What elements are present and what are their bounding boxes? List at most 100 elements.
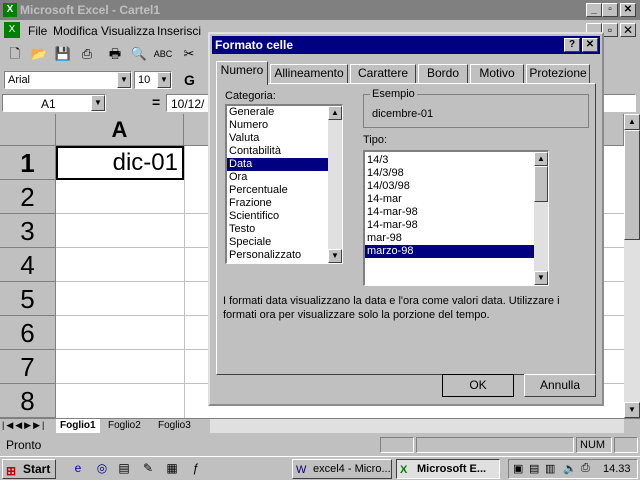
cut-icon[interactable]: ✂ [178, 43, 200, 65]
category-item[interactable]: Percentuale [227, 184, 342, 197]
excel-app-icon[interactable]: X [3, 3, 17, 17]
category-item[interactable]: Personalizzato [227, 249, 342, 262]
type-item[interactable]: mar-98 [365, 232, 548, 245]
category-scrollbar[interactable]: ▲ ▼ [328, 106, 342, 263]
printer-icon[interactable]: ⎙ [581, 462, 590, 475]
scroll-thumb[interactable] [534, 166, 548, 202]
excel-title-bar[interactable]: X Microsoft Excel - Cartel1 _ ▫ ✕ [0, 0, 640, 20]
column-header-a[interactable]: A [56, 114, 184, 146]
start-button[interactable]: ⊞ Start [2, 459, 56, 479]
print-icon[interactable]: 🖶 [104, 43, 126, 65]
scroll-up-icon[interactable]: ▲ [534, 152, 548, 166]
scroll-up-icon[interactable]: ▲ [328, 106, 342, 120]
tab-protezione[interactable]: Protezione [526, 64, 590, 83]
font-dropdown-icon[interactable]: ▼ [117, 72, 131, 88]
font-select[interactable]: Arial ▼ [4, 71, 132, 89]
volume-icon[interactable]: 🔈 [563, 462, 577, 475]
spelling-icon[interactable]: ABC [152, 43, 174, 65]
workbook-close-button[interactable]: ✕ [620, 23, 636, 37]
type-item-selected[interactable]: marzo-98 [365, 245, 548, 258]
menu-visualizza[interactable]: Visualizza [101, 24, 155, 38]
size-select[interactable]: 10 ▼ [134, 71, 172, 89]
scroll-down-icon[interactable]: ▼ [624, 402, 640, 418]
row-header[interactable]: 4 [0, 248, 56, 282]
name-box-dropdown-icon[interactable]: ▼ [91, 95, 105, 111]
category-item[interactable]: Scientifico [227, 210, 342, 223]
category-item[interactable]: Testo [227, 223, 342, 236]
row-header[interactable]: 7 [0, 350, 56, 384]
ie-icon[interactable]: e [70, 460, 86, 476]
row-header[interactable]: 5 [0, 282, 56, 316]
size-dropdown-icon[interactable]: ▼ [157, 72, 171, 88]
scroll-up-icon[interactable]: ▲ [624, 114, 640, 130]
row-header[interactable]: 6 [0, 316, 56, 350]
tab-bordo[interactable]: Bordo [418, 64, 468, 83]
restore-button[interactable]: ▫ [602, 3, 618, 17]
workbook-icon[interactable]: X [4, 22, 20, 38]
category-item[interactable]: Valuta [227, 132, 342, 145]
tab-motivo[interactable]: Motivo [470, 64, 524, 83]
type-item[interactable]: 14/3/98 [365, 167, 548, 180]
tab-carattere[interactable]: Carattere [350, 64, 416, 83]
type-item[interactable]: 14-mar-98 [365, 206, 548, 219]
menu-inserisci[interactable]: Inserisci [157, 24, 201, 38]
close-window-button[interactable]: ✕ [620, 3, 636, 17]
category-item[interactable]: Contabilità [227, 145, 342, 158]
dialog-title-bar[interactable]: Formato celle ? ✕ [212, 36, 600, 54]
save-icon[interactable]: 💾 [52, 43, 74, 65]
scroll-down-icon[interactable]: ▼ [328, 249, 342, 263]
type-item[interactable]: 14/3 [365, 154, 548, 167]
select-all-corner[interactable] [0, 114, 56, 146]
dialog-close-button[interactable]: ✕ [582, 38, 598, 52]
tab-allineamento[interactable]: Allineamento [270, 64, 348, 83]
category-item[interactable]: Speciale [227, 236, 342, 249]
task-excel-active[interactable]: X Microsoft E... [396, 459, 500, 479]
type-list[interactable]: 14/3 14/3/98 14/03/98 14-mar 14-mar-98 1… [363, 150, 549, 286]
horizontal-scrollbar[interactable] [210, 419, 624, 433]
category-item[interactable]: Generale [227, 106, 342, 119]
row-header[interactable]: 2 [0, 180, 56, 214]
sheet-tab-2[interactable]: Foglio2 [108, 420, 141, 431]
category-list[interactable]: Generale Numero Valuta Contabilità Data … [225, 104, 343, 264]
help-button[interactable]: ? [564, 38, 580, 52]
vertical-scrollbar[interactable]: ▲ ▼ [624, 114, 640, 418]
clock[interactable]: 14.33 [603, 463, 631, 475]
menu-file[interactable]: File [28, 24, 47, 38]
open-icon[interactable]: 📂 [28, 43, 50, 65]
menu-modifica[interactable]: Modifica [53, 24, 98, 38]
workbook-restore-button[interactable]: ▫ [602, 23, 618, 37]
desktop-icon[interactable]: ▤ [116, 460, 132, 476]
preview-icon[interactable]: 🔍 [128, 43, 150, 65]
type-scrollbar[interactable]: ▲ ▼ [534, 152, 548, 285]
tab-numero[interactable]: Numero [216, 61, 268, 85]
launcher-icon[interactable]: ▦ [164, 460, 180, 476]
category-item[interactable]: Ora [227, 171, 342, 184]
name-box[interactable]: A1 ▼ [2, 94, 106, 112]
category-item[interactable]: Numero [227, 119, 342, 132]
scroll-thumb[interactable] [624, 130, 640, 240]
network-icon[interactable]: ▣ [513, 462, 523, 475]
task-excel4[interactable]: W excel4 - Micro... [292, 459, 392, 479]
row-header[interactable]: 8 [0, 384, 56, 418]
sheet-tab-1[interactable]: Foglio1 [56, 419, 100, 433]
row-header[interactable]: 3 [0, 214, 56, 248]
tab-nav-icon[interactable]: |◀◀▶▶| [2, 420, 46, 431]
bold-button[interactable]: G [184, 72, 195, 88]
type-item[interactable]: 14-mar-98 [365, 219, 548, 232]
outlook-icon[interactable]: ◎ [94, 460, 110, 476]
ok-button[interactable]: OK [442, 374, 514, 397]
sheet-tab-3[interactable]: Foglio3 [158, 420, 191, 431]
minimize-button[interactable]: _ [586, 3, 602, 17]
scroll-down-icon[interactable]: ▼ [534, 271, 548, 285]
cancel-button[interactable]: Annulla [524, 374, 596, 397]
type-item[interactable]: 14/03/98 [365, 180, 548, 193]
row-header[interactable]: 1 [0, 146, 56, 180]
print-setup-icon[interactable]: ⎙ [76, 43, 98, 65]
type-item[interactable]: 14-mar [365, 193, 548, 206]
display-icon[interactable]: ▤ [529, 462, 539, 475]
task-scheduler-icon[interactable]: ▥ [545, 462, 555, 475]
cell-a1[interactable]: dic-01 [56, 146, 184, 180]
category-item[interactable]: Frazione [227, 197, 342, 210]
new-icon[interactable]: 🗋 [4, 43, 26, 65]
quick-launch-icon[interactable]: ƒ [188, 460, 204, 476]
